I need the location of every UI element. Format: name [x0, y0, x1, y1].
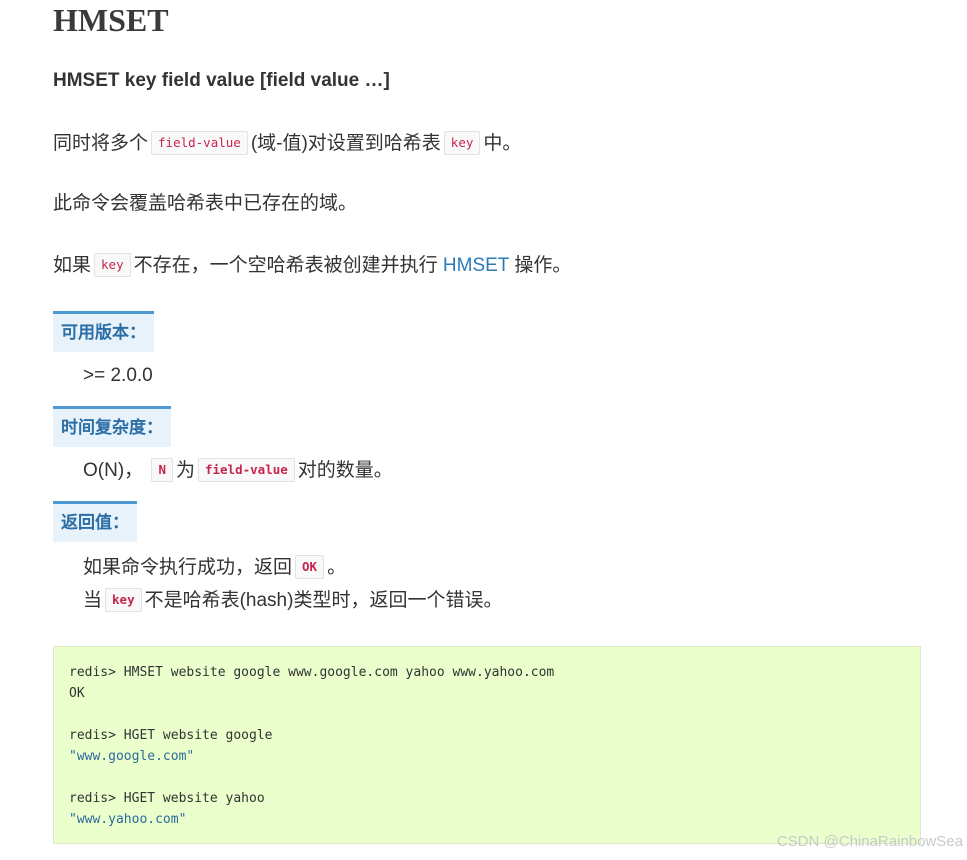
code-line: OK — [69, 686, 85, 701]
command-signature: HMSET key field value [field value …] — [53, 70, 390, 91]
return-line1-after: 。 — [327, 557, 347, 578]
code-line: "www.yahoo.com" — [69, 812, 187, 827]
return-value-line-2: 当 key 不是哈希表(hash)类型时，返回一个错误。 — [83, 588, 502, 613]
return-value-line-1: 如果命令执行成功，返回 OK。 — [83, 555, 346, 580]
p3-text-after: 操作。 — [514, 255, 572, 276]
complexity-text-after: 对的数量。 — [297, 460, 393, 481]
code-line: redis> HGET website yahoo — [69, 791, 265, 806]
page-title: HMSET — [53, 2, 169, 38]
time-complexity-value: O(N)， N 为 field-value 对的数量。 — [83, 458, 393, 483]
inline-code-ok: OK — [295, 555, 325, 579]
available-version-value: >= 2.0.0 — [83, 365, 153, 386]
inline-code-field-value: field-value — [197, 458, 295, 482]
section-time-complexity: 时间复杂度： — [53, 406, 171, 447]
p3-text-middle: 不存在，一个空哈希表被创建并执行 — [133, 255, 438, 276]
return-line2-before: 当 — [83, 590, 103, 611]
return-line2-after: 不是哈希表(hash)类型时，返回一个错误。 — [144, 590, 503, 611]
section-return-value: 返回值： — [53, 501, 137, 542]
inline-code-n: N — [151, 458, 173, 482]
complexity-text-before: O(N)， — [83, 460, 144, 481]
description-paragraph-1: 同时将多个 field-value (域-值)对设置到哈希表 key 中。 — [53, 131, 521, 156]
example-code-block: redis> HMSET website google www.google.c… — [53, 646, 921, 844]
inline-code-key: key — [105, 588, 142, 612]
watermark: CSDN @ChinaRainbowSea — [776, 833, 963, 850]
return-line1-before: 如果命令执行成功，返回 — [83, 557, 293, 578]
complexity-text-middle: 为 — [175, 460, 195, 481]
description-paragraph-3: 如果 key 不存在，一个空哈希表被创建并执行 HMSET 操作。 — [53, 253, 571, 278]
code-line: "www.google.com" — [69, 749, 195, 764]
p1-text-before: 同时将多个 — [53, 133, 149, 154]
inline-code-key: key — [443, 131, 481, 155]
hmset-link[interactable]: HMSET — [443, 255, 509, 276]
description-paragraph-2: 此命令会覆盖哈希表中已存在的域。 — [53, 193, 358, 214]
code-line: redis> HGET website google — [69, 728, 273, 743]
inline-code-field-value: field-value — [151, 131, 248, 155]
code-line: redis> HMSET website google www.google.c… — [69, 665, 555, 680]
p1-text-after: 中。 — [483, 133, 522, 154]
inline-code-key: key — [94, 253, 131, 277]
section-available-version: 可用版本： — [53, 311, 154, 352]
p3-text-before: 如果 — [53, 255, 92, 276]
p1-text-middle: (域-值)对设置到哈希表 — [250, 133, 441, 154]
